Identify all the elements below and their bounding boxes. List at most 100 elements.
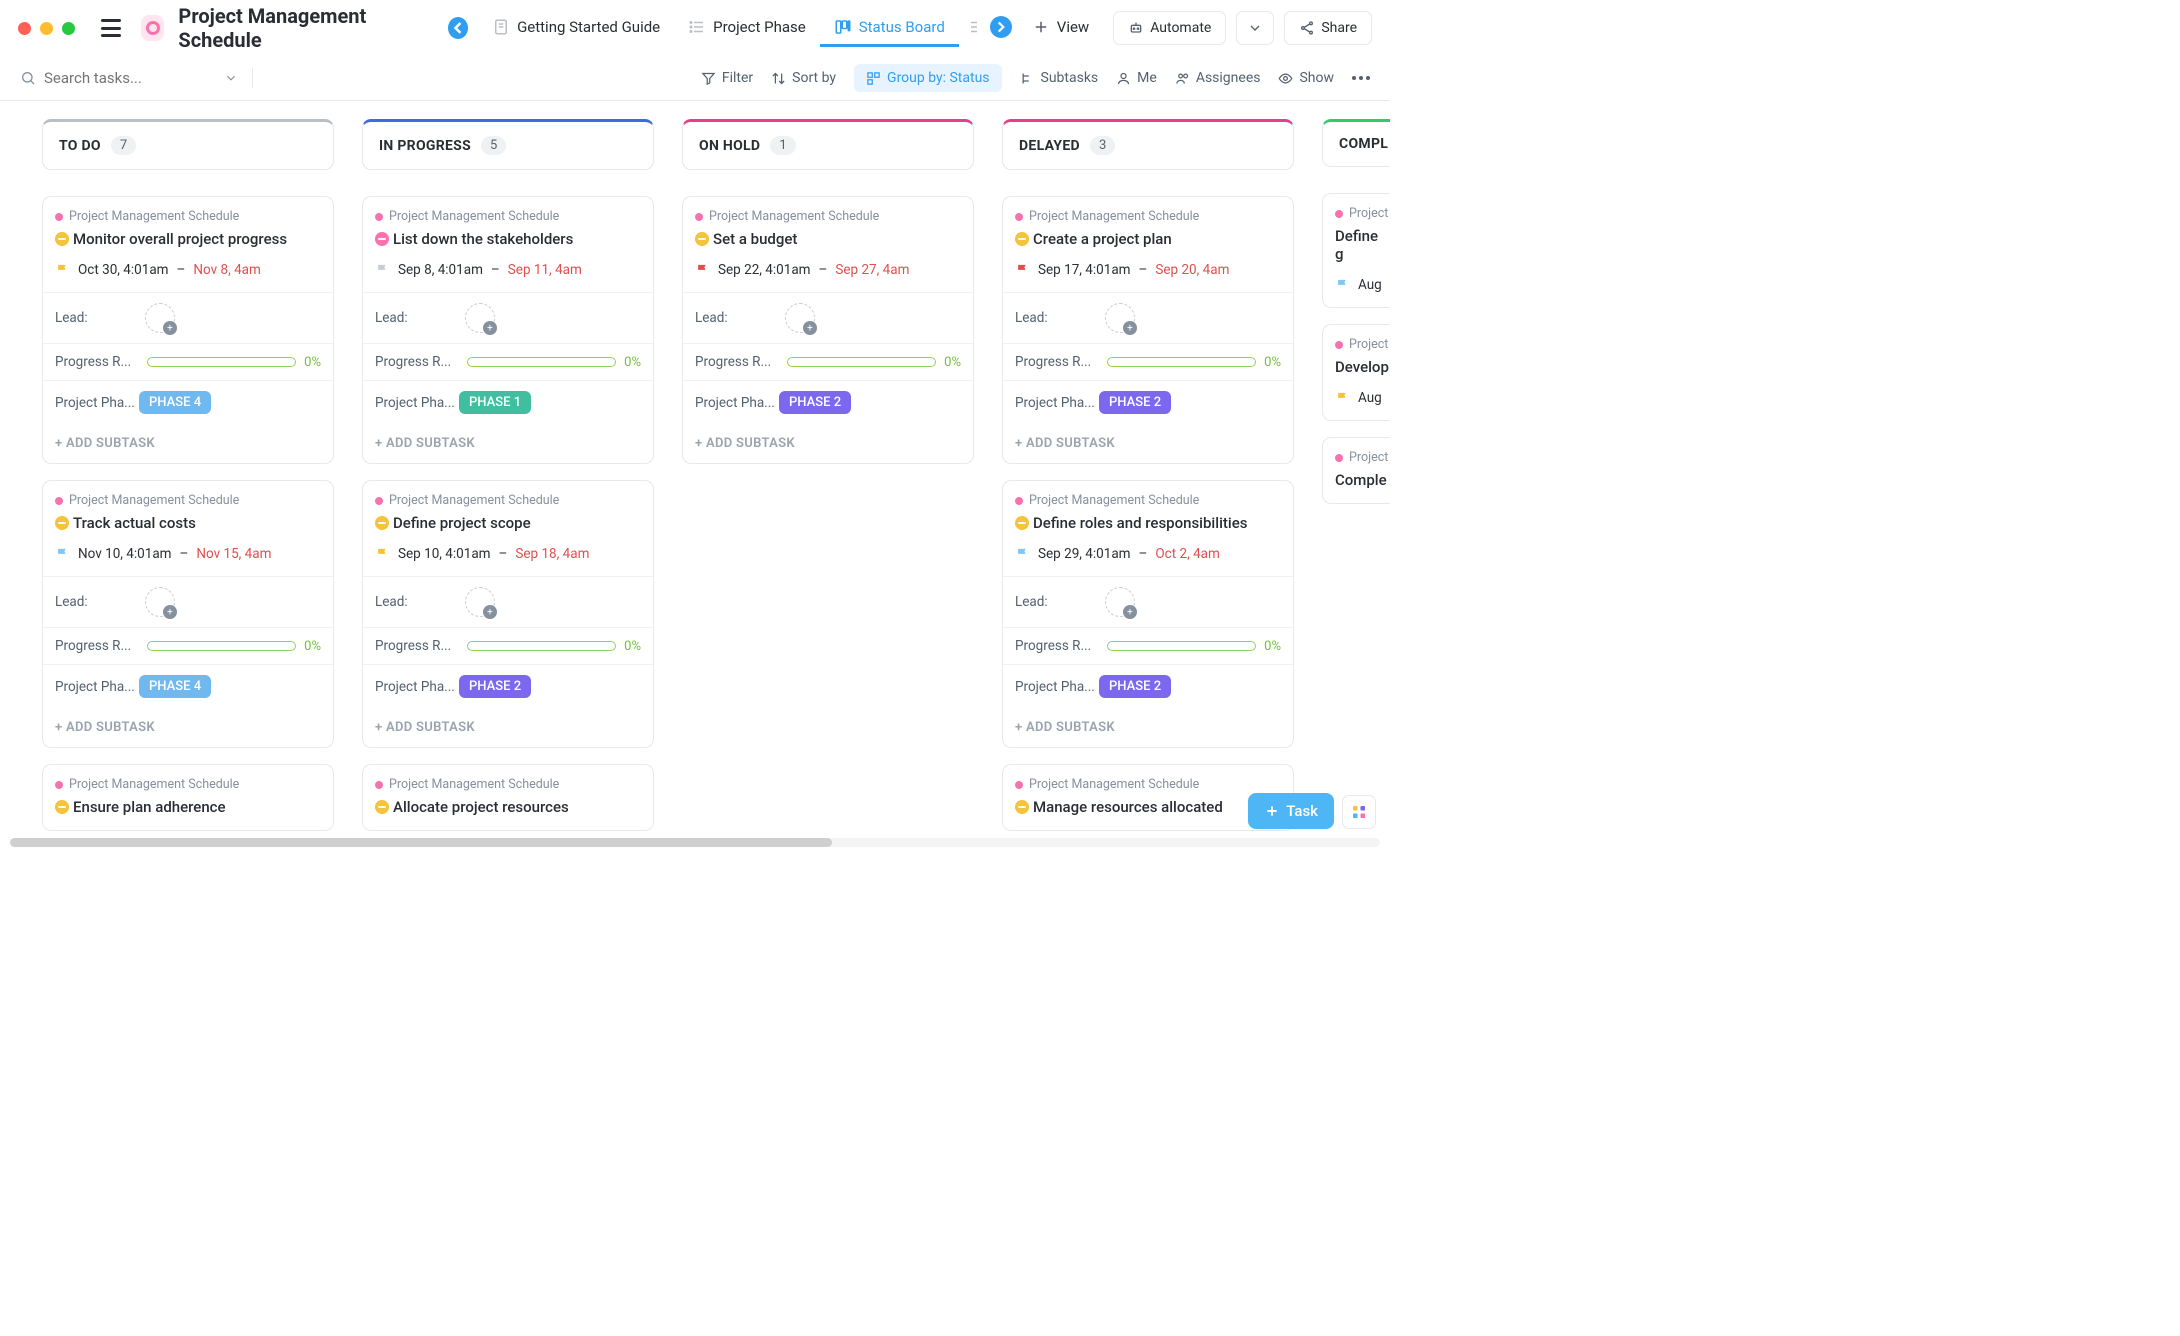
- task-card[interactable]: Project Management Schedule List down th…: [362, 196, 654, 464]
- status-icon: [55, 800, 69, 814]
- lead-row[interactable]: Lead:: [43, 576, 333, 627]
- column-header[interactable]: ON HOLD 1: [682, 119, 974, 170]
- add-subtask-button[interactable]: + ADD SUBTASK: [43, 424, 333, 463]
- column-on-hold: ON HOLD 1 Project Management Schedule Se…: [682, 119, 974, 847]
- add-subtask-button[interactable]: + ADD SUBTASK: [1003, 708, 1293, 747]
- add-subtask-button[interactable]: + ADD SUBTASK: [1003, 424, 1293, 463]
- lead-row[interactable]: Lead:: [363, 576, 653, 627]
- space-icon[interactable]: [141, 15, 165, 41]
- task-card[interactable]: Project Management Schedule Monitor over…: [42, 196, 334, 464]
- automate-dropdown[interactable]: [1236, 11, 1274, 45]
- search-wrap: [20, 68, 280, 88]
- add-subtask-button[interactable]: + ADD SUBTASK: [363, 424, 653, 463]
- forward-icon[interactable]: [990, 16, 1012, 38]
- assignee-avatar-empty[interactable]: [785, 303, 815, 333]
- task-card[interactable]: Project Management Schedule Set a budget…: [682, 196, 974, 464]
- filter-button[interactable]: Filter: [701, 70, 753, 86]
- task-card[interactable]: Project Management Schedule Define proje…: [362, 480, 654, 748]
- priority-flag-icon: [1015, 547, 1030, 562]
- task-title: Define g: [1335, 227, 1389, 263]
- lead-row[interactable]: Lead:: [43, 292, 333, 343]
- task-card[interactable]: Project Management Schedule Define roles…: [1002, 480, 1294, 748]
- list-icon: [965, 18, 983, 36]
- minimize-window-icon[interactable]: [40, 22, 53, 35]
- task-breadcrumb: Project Management Schedule: [1015, 209, 1281, 224]
- tab-project-phase[interactable]: Project Phase: [674, 10, 820, 47]
- lead-row[interactable]: Lead:: [1003, 576, 1293, 627]
- sort-button[interactable]: Sort by: [771, 70, 836, 86]
- horizontal-scrollbar[interactable]: [10, 838, 1380, 847]
- task-breadcrumb: Project: [1335, 206, 1389, 221]
- progress-row[interactable]: Progress R...0%: [1003, 343, 1293, 380]
- task-card[interactable]: Project Management Schedule Create a pro…: [1002, 196, 1294, 464]
- status-icon: [55, 232, 69, 246]
- group-button[interactable]: Group by: Status: [854, 64, 1001, 92]
- share-button[interactable]: Share: [1284, 11, 1372, 45]
- phase-row[interactable]: Project Pha...PHASE 2: [1003, 664, 1293, 708]
- doc-icon: [492, 18, 510, 36]
- search-input[interactable]: [44, 69, 204, 87]
- chevron-down-icon[interactable]: [224, 71, 238, 85]
- column-count: 1: [770, 136, 795, 155]
- menu-icon[interactable]: [101, 19, 121, 37]
- status-icon: [1015, 232, 1029, 246]
- progress-row[interactable]: Progress R...0%: [363, 627, 653, 664]
- phase-row[interactable]: Project Pha...PHASE 1: [363, 380, 653, 424]
- progress-row[interactable]: Progress R...0%: [43, 343, 333, 380]
- task-card[interactable]: Project Define g Aug: [1322, 193, 1390, 308]
- task-card[interactable]: Project Management Schedule Ensure plan …: [42, 764, 334, 831]
- assignees-button[interactable]: Assignees: [1175, 70, 1261, 86]
- task-title: Set a budget: [695, 230, 961, 248]
- progress-row[interactable]: Progress R...0%: [683, 343, 973, 380]
- add-subtask-button[interactable]: + ADD SUBTASK: [683, 424, 973, 463]
- column-header[interactable]: TO DO 7: [42, 119, 334, 170]
- add-subtask-button[interactable]: + ADD SUBTASK: [363, 708, 653, 747]
- lead-row[interactable]: Lead:: [1003, 292, 1293, 343]
- me-button[interactable]: Me: [1116, 70, 1157, 86]
- task-title: Track actual costs: [55, 514, 321, 532]
- progress-row[interactable]: Progress R...0%: [1003, 627, 1293, 664]
- column-header[interactable]: IN PROGRESS 5: [362, 119, 654, 170]
- lead-row[interactable]: Lead:: [363, 292, 653, 343]
- subtasks-button[interactable]: Subtasks: [1020, 70, 1099, 86]
- assignee-avatar-empty[interactable]: [145, 587, 175, 617]
- column-header[interactable]: DELAYED 3: [1002, 119, 1294, 170]
- progress-row[interactable]: Progress R...0%: [43, 627, 333, 664]
- task-card[interactable]: Project Management Schedule Allocate pro…: [362, 764, 654, 831]
- maximize-window-icon[interactable]: [62, 22, 75, 35]
- add-view-button[interactable]: View: [1018, 10, 1103, 47]
- lead-row[interactable]: Lead:: [683, 292, 973, 343]
- task-title: Define project scope: [375, 514, 641, 532]
- task-dates: Sep 22, 4:01am–Sep 27, 4am: [695, 262, 961, 278]
- phase-row[interactable]: Project Pha...PHASE 2: [363, 664, 653, 708]
- phase-row[interactable]: Project Pha...PHASE 4: [43, 380, 333, 424]
- task-card[interactable]: Project Comple: [1322, 437, 1390, 504]
- phase-row[interactable]: Project Pha...PHASE 4: [43, 664, 333, 708]
- phase-row[interactable]: Project Pha...PHASE 2: [1003, 380, 1293, 424]
- close-window-icon[interactable]: [18, 22, 31, 35]
- more-button[interactable]: [1352, 76, 1370, 80]
- tab-status-board[interactable]: Status Board: [820, 10, 959, 47]
- progress-row[interactable]: Progress R...0%: [363, 343, 653, 380]
- task-card[interactable]: Project Management Schedule Track actual…: [42, 480, 334, 748]
- column-header[interactable]: COMPL: [1322, 119, 1390, 167]
- phase-badge: PHASE 4: [139, 675, 211, 698]
- new-task-button[interactable]: Task: [1248, 793, 1334, 829]
- back-icon[interactable]: [448, 17, 468, 39]
- task-breadcrumb: Project: [1335, 337, 1389, 352]
- assignee-avatar-empty[interactable]: [465, 303, 495, 333]
- assignee-avatar-empty[interactable]: [465, 587, 495, 617]
- tab-more[interactable]: [959, 8, 1018, 49]
- assignee-avatar-empty[interactable]: [1105, 303, 1135, 333]
- assignee-avatar-empty[interactable]: [1105, 587, 1135, 617]
- priority-flag-icon: [375, 263, 390, 278]
- tab-getting-started[interactable]: Getting Started Guide: [478, 10, 674, 47]
- status-icon: [55, 516, 69, 530]
- task-card[interactable]: Project Develop Aug: [1322, 324, 1390, 421]
- phase-row[interactable]: Project Pha...PHASE 2: [683, 380, 973, 424]
- automate-button[interactable]: Automate: [1113, 11, 1226, 45]
- show-button[interactable]: Show: [1278, 70, 1334, 86]
- assignee-avatar-empty[interactable]: [145, 303, 175, 333]
- add-subtask-button[interactable]: + ADD SUBTASK: [43, 708, 333, 747]
- apps-button[interactable]: [1342, 795, 1376, 829]
